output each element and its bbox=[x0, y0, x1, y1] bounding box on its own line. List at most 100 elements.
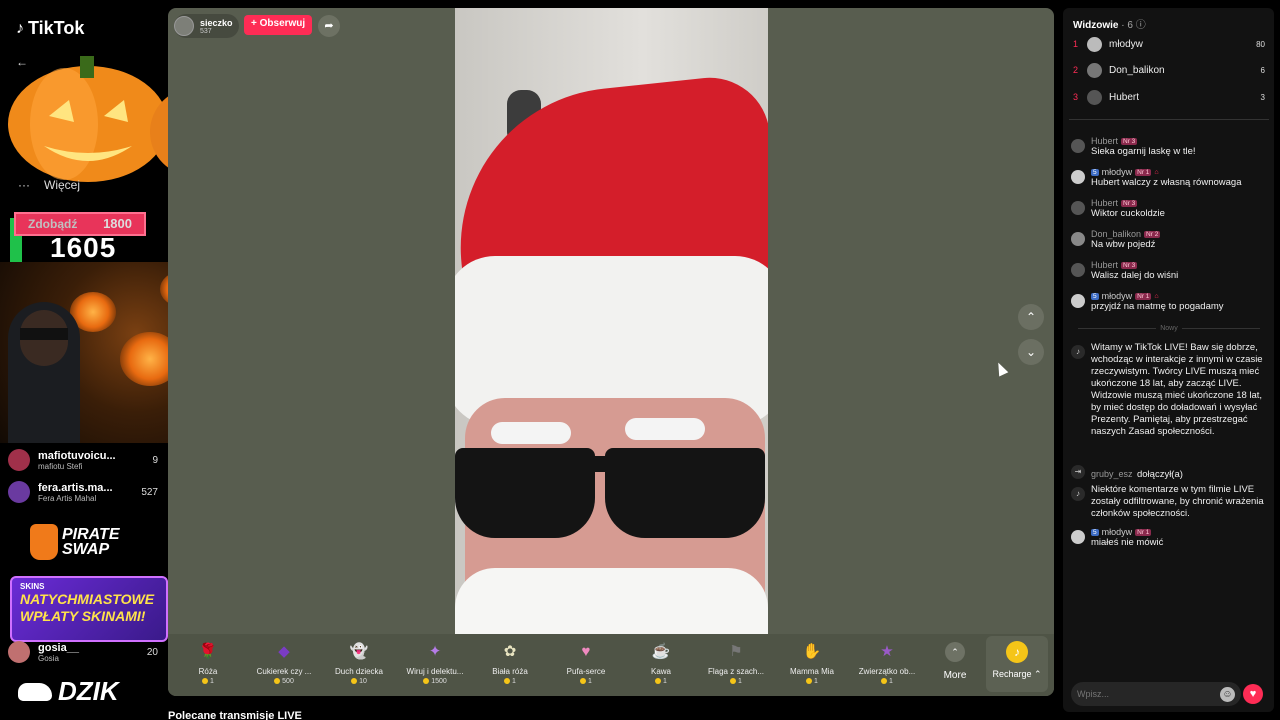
gift-price: 1 bbox=[472, 678, 548, 685]
sunglasses-left-lens bbox=[455, 448, 595, 538]
gift-item[interactable]: ✋ Mamma Mia 1 bbox=[774, 638, 850, 692]
gift-price: 1 bbox=[849, 678, 925, 685]
chat-username: młodyw bbox=[1101, 527, 1133, 537]
gift-ghost-icon: 👻 bbox=[349, 643, 369, 660]
stream-video[interactable] bbox=[455, 8, 768, 634]
gift-candy-icon: ◆ bbox=[278, 643, 290, 660]
viewer-row[interactable]: gosia__ Gosia 20 bbox=[8, 638, 158, 666]
gift-hand-icon: ✋ bbox=[802, 643, 822, 660]
tiktok-note-icon: ♪ bbox=[1071, 487, 1085, 501]
chat-username: Hubert bbox=[1091, 198, 1119, 208]
viewer-name: fera.artis.ma... bbox=[38, 481, 113, 494]
recommended-live-heading: Polecane transmisje LIVE bbox=[168, 710, 302, 720]
pirate-swap-logo: PIRATE SWAP bbox=[30, 520, 160, 564]
gift-item[interactable]: ♥ Pufa-serce 1 bbox=[548, 638, 624, 692]
joined-username: gruby_esz bbox=[1091, 469, 1133, 479]
recharge-button[interactable]: ♪ Recharge ⌃ bbox=[986, 636, 1048, 692]
join-notification: ⇥ gruby_esz dołączył(a) bbox=[1071, 462, 1269, 482]
gift-item[interactable]: 🌹 Róża 1 bbox=[170, 638, 246, 692]
viewer-rank: 1 bbox=[1073, 39, 1079, 49]
system-welcome-text: Witamy w TikTok LIVE! Baw się dobrze, wc… bbox=[1091, 342, 1263, 437]
chat-username: Hubert bbox=[1091, 260, 1119, 270]
more-nav-label: Więcej bbox=[44, 178, 81, 192]
gift-heart-puff-icon: ♥ bbox=[581, 643, 591, 660]
chat-message[interactable]: Hubert Nr 3 Walisz dalej do wiśni bbox=[1071, 260, 1269, 282]
avatar bbox=[1087, 62, 1102, 78]
gift-price: 1 bbox=[698, 678, 774, 685]
pirate-skull-icon bbox=[30, 524, 58, 560]
top-viewer-row[interactable]: 3 Hubert 3 bbox=[1073, 88, 1265, 106]
next-stream-button[interactable]: ⌄ bbox=[1018, 339, 1044, 365]
chat-text: przyjdź na matmę to pogadamy bbox=[1091, 301, 1224, 312]
viewers-header[interactable]: Widzowie · 6 ⓘ bbox=[1073, 16, 1146, 31]
chat-message[interactable]: Hubert Nr 3 Sieka ogarnij laskę w tle! bbox=[1071, 136, 1269, 158]
chat-message[interactable]: 5 młodyw Nr 1 ⌂ Hubert walczy z własną równ… bbox=[1071, 167, 1269, 189]
goal-current-count: 1605 bbox=[50, 232, 117, 263]
gift-item[interactable]: ☕ Kawa 1 bbox=[623, 638, 699, 692]
vr-headset bbox=[20, 328, 68, 340]
left-sidebar: ♪ TikTok ← ··· Więcej Zdobądź 1800 1605 bbox=[0, 0, 168, 720]
coin-icon: ♪ bbox=[1006, 641, 1028, 663]
chat-username: młodyw bbox=[1101, 291, 1133, 301]
avatar bbox=[1071, 170, 1085, 184]
emoji-icon[interactable]: ☺ bbox=[1220, 686, 1235, 702]
more-dots-icon: ··· bbox=[18, 178, 30, 192]
gift-item[interactable]: ★ Zwierzątko ob... 1 bbox=[849, 638, 925, 692]
chat-text: miałeś nie mówić bbox=[1091, 537, 1164, 548]
rank-badge: Nr 2 bbox=[1144, 230, 1161, 238]
viewer-score: 3 bbox=[1260, 92, 1265, 102]
host-info[interactable]: sieczko 537 bbox=[174, 14, 239, 38]
live-stream-player[interactable]: sieczko 537 + Obserwuj ➦ ⌃ ⌄ 🌹 Róża 1 ◆ … bbox=[168, 8, 1054, 696]
avatar bbox=[1087, 36, 1102, 52]
previous-stream-button[interactable]: ⌃ bbox=[1018, 304, 1044, 330]
avatar bbox=[8, 449, 30, 471]
chat-message[interactable]: Hubert Nr 3 Wiktor cuckoldzie bbox=[1071, 198, 1269, 220]
viewers-title: Widzowie bbox=[1073, 20, 1119, 31]
skins-headline-2: WPŁATY SKINAMI! bbox=[20, 608, 146, 624]
rank-badge: Nr 3 bbox=[1121, 261, 1138, 269]
viewer-rank: 3 bbox=[1073, 92, 1079, 102]
top-viewer-row[interactable]: 1 młodyw 80 bbox=[1073, 35, 1265, 53]
top-viewer-row[interactable]: 2 Don_balikon 6 bbox=[1073, 61, 1265, 79]
viewers-count: · 6 ⓘ bbox=[1121, 20, 1146, 31]
follow-button[interactable]: + Obserwuj bbox=[244, 15, 313, 35]
viewer-score: 80 bbox=[1256, 39, 1265, 49]
chat-message[interactable]: 5 młodyw Nr 1 miałeś nie mówić bbox=[1071, 527, 1269, 549]
gift-rose-icon: 🌹 bbox=[198, 643, 218, 660]
sunglasses-bridge bbox=[585, 456, 615, 472]
gift-name: Pufa-serce bbox=[566, 667, 606, 676]
viewer-name: mafiotuvoicu... bbox=[38, 449, 116, 462]
chat-text: Sieka ogarnij laskę w tle! bbox=[1091, 146, 1196, 157]
tiktok-note-icon: ♪ bbox=[1071, 345, 1085, 359]
gift-price: 500 bbox=[246, 678, 322, 685]
rank-badge: Nr 3 bbox=[1121, 137, 1138, 145]
gift-price: 1 bbox=[548, 678, 624, 685]
dzik-text: DZIK bbox=[58, 676, 119, 706]
viewer-name: Hubert bbox=[1109, 91, 1140, 103]
gift-name: Wiruj i delektu... bbox=[406, 667, 464, 676]
host-avatar bbox=[174, 16, 194, 36]
gift-item[interactable]: ✦ Wiruj i delektu... 1500 bbox=[397, 638, 473, 692]
gift-item[interactable]: ✿ Biała róża 1 bbox=[472, 638, 548, 692]
gift-price: 1500 bbox=[397, 678, 473, 685]
host-likes: 537 bbox=[200, 27, 212, 35]
chat-message[interactable]: Don_balikon Nr 2 Na wbw pojedź bbox=[1071, 229, 1269, 251]
streamer-webcam bbox=[0, 262, 168, 443]
like-heart-icon[interactable]: ♥ bbox=[1243, 684, 1263, 704]
avatar bbox=[1071, 232, 1085, 246]
viewer-row[interactable]: fera.artis.ma... Fera Artis Mahal 527 bbox=[8, 478, 158, 506]
rank-badge: Nr 1 bbox=[1135, 292, 1152, 300]
comment-input[interactable] bbox=[1077, 689, 1220, 699]
share-icon[interactable]: ➦ bbox=[318, 15, 340, 37]
gift-price: 1 bbox=[623, 678, 699, 685]
chat-message[interactable]: 5 młodyw Nr 1 ⌂ przyjdź na matmę to pogadam… bbox=[1071, 291, 1269, 313]
jack-o-lantern-image bbox=[120, 332, 168, 386]
gift-item[interactable]: 👻 Duch dziecka 10 bbox=[321, 638, 397, 692]
more-nav-item[interactable]: ··· Więcej bbox=[18, 178, 80, 192]
avatar bbox=[1071, 263, 1085, 277]
gift-item[interactable]: ⚑ Flaga z szach... 1 bbox=[698, 638, 774, 692]
gift-item[interactable]: ◆ Cukierek czy ... 500 bbox=[246, 638, 322, 692]
more-gifts-button[interactable]: ⌃ More bbox=[938, 642, 972, 681]
rank-badge: Nr 1 bbox=[1135, 528, 1152, 536]
viewer-row[interactable]: mafiotuvoicu... mafiotu Stefi 9 bbox=[8, 446, 158, 474]
